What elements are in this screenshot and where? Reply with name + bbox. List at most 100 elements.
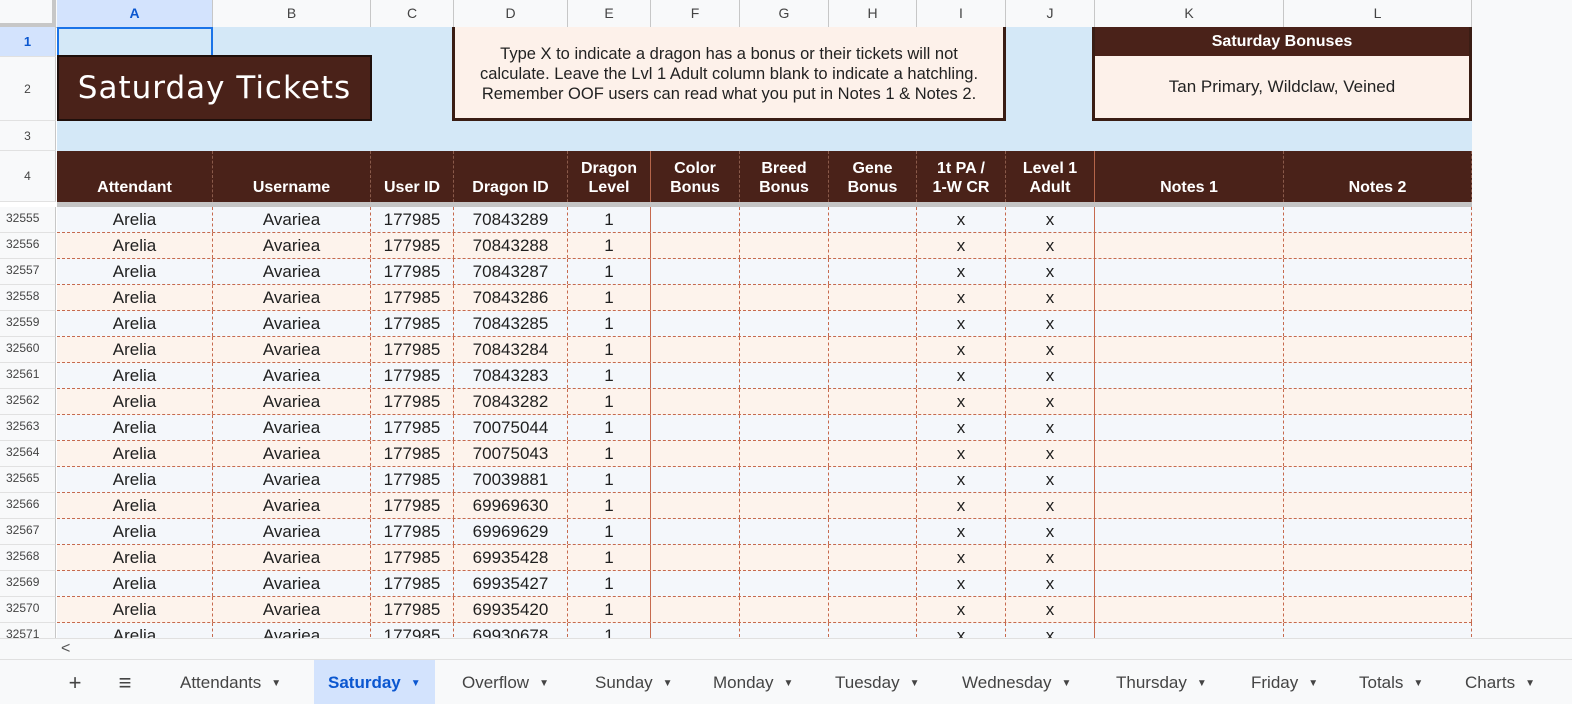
- dropdown-arrow-icon[interactable]: ▼: [539, 678, 549, 689]
- table-cell[interactable]: x: [917, 597, 1006, 622]
- table-cell[interactable]: 1: [568, 493, 651, 518]
- table-cell[interactable]: 69935427: [454, 571, 568, 596]
- table-cell[interactable]: Arelia: [57, 337, 213, 362]
- dropdown-arrow-icon[interactable]: ▼: [663, 678, 673, 689]
- dropdown-arrow-icon[interactable]: ▼: [783, 678, 793, 689]
- table-cell[interactable]: Avariea: [213, 467, 371, 492]
- row-header[interactable]: 32567: [0, 519, 56, 545]
- table-cell[interactable]: [651, 259, 740, 284]
- row-header[interactable]: 32569: [0, 571, 56, 597]
- table-cell[interactable]: x: [917, 207, 1006, 232]
- bonus-value[interactable]: Tan Primary, Wildclaw, Veined: [1095, 56, 1469, 118]
- column-header-d[interactable]: D: [454, 0, 568, 27]
- row-header[interactable]: 32563: [0, 415, 56, 441]
- table-cell[interactable]: [829, 389, 917, 414]
- column-header-k[interactable]: K: [1095, 0, 1284, 27]
- row-header-1[interactable]: 1: [0, 27, 56, 57]
- column-title-notes-1[interactable]: Notes 1: [1095, 151, 1284, 202]
- table-cell[interactable]: [1284, 207, 1472, 232]
- table-cell[interactable]: 177985: [371, 493, 454, 518]
- sheet-tab-tuesday[interactable]: Tuesday ▼: [821, 660, 933, 704]
- table-cell[interactable]: Avariea: [213, 363, 371, 388]
- scroll-left-icon[interactable]: <: [61, 640, 70, 658]
- table-cell[interactable]: x: [1006, 623, 1095, 638]
- table-cell[interactable]: 1: [568, 363, 651, 388]
- table-cell[interactable]: [651, 415, 740, 440]
- column-title-notes-2[interactable]: Notes 2: [1284, 151, 1472, 202]
- table-cell[interactable]: [1095, 363, 1284, 388]
- table-cell[interactable]: [651, 597, 740, 622]
- table-cell[interactable]: 70843288: [454, 233, 568, 258]
- row-header[interactable]: 32566: [0, 493, 56, 519]
- column-title-dragon-id[interactable]: Dragon ID: [454, 151, 568, 202]
- table-cell[interactable]: [829, 623, 917, 638]
- row-header-2[interactable]: 2: [0, 57, 56, 121]
- table-cell[interactable]: [740, 571, 829, 596]
- table-cell[interactable]: [1284, 519, 1472, 544]
- table-cell[interactable]: [1284, 545, 1472, 570]
- table-cell[interactable]: [829, 467, 917, 492]
- table-cell[interactable]: 177985: [371, 597, 454, 622]
- table-cell[interactable]: [1095, 467, 1284, 492]
- table-cell[interactable]: 69935420: [454, 597, 568, 622]
- column-header-g[interactable]: G: [740, 0, 829, 27]
- table-cell[interactable]: [740, 233, 829, 258]
- table-cell[interactable]: [651, 285, 740, 310]
- table-cell[interactable]: 70843282: [454, 389, 568, 414]
- dropdown-arrow-icon[interactable]: ▼: [910, 678, 920, 689]
- table-cell[interactable]: 70075044: [454, 415, 568, 440]
- column-title-1t-pa-1-w-cr[interactable]: 1t PA /1-W CR: [917, 151, 1006, 202]
- table-cell[interactable]: Arelia: [57, 623, 213, 638]
- table-cell[interactable]: x: [1006, 415, 1095, 440]
- table-cell[interactable]: 1: [568, 311, 651, 336]
- table-cell[interactable]: x: [1006, 597, 1095, 622]
- table-cell[interactable]: x: [917, 233, 1006, 258]
- sheet-tab-monday[interactable]: Monday ▼: [699, 660, 807, 704]
- sheet-tab-saturday[interactable]: Saturday ▼: [314, 660, 435, 704]
- table-cell[interactable]: 1: [568, 337, 651, 362]
- row-header[interactable]: 32557: [0, 259, 56, 285]
- table-cell[interactable]: [829, 259, 917, 284]
- table-cell[interactable]: x: [917, 337, 1006, 362]
- sheet-tab-wednesday[interactable]: Wednesday ▼: [948, 660, 1085, 704]
- column-header-h[interactable]: H: [829, 0, 917, 27]
- table-cell[interactable]: [740, 545, 829, 570]
- table-cell[interactable]: [651, 441, 740, 466]
- table-cell[interactable]: Arelia: [57, 493, 213, 518]
- table-cell[interactable]: x: [1006, 519, 1095, 544]
- row-header[interactable]: 32562: [0, 389, 56, 415]
- table-cell[interactable]: x: [917, 363, 1006, 388]
- column-header-c[interactable]: C: [371, 0, 454, 27]
- table-cell[interactable]: [740, 259, 829, 284]
- column-title-color-bonus[interactable]: Color Bonus: [651, 151, 740, 202]
- table-cell[interactable]: 69930678: [454, 623, 568, 638]
- row-header[interactable]: 32556: [0, 233, 56, 259]
- table-cell[interactable]: [651, 467, 740, 492]
- table-cell[interactable]: x: [1006, 389, 1095, 414]
- table-cell[interactable]: 1: [568, 467, 651, 492]
- table-cell[interactable]: [651, 623, 740, 638]
- table-cell[interactable]: [1095, 311, 1284, 336]
- table-cell[interactable]: x: [917, 493, 1006, 518]
- table-cell[interactable]: Arelia: [57, 285, 213, 310]
- table-cell[interactable]: [651, 207, 740, 232]
- table-cell[interactable]: [740, 207, 829, 232]
- row-header[interactable]: 32560: [0, 337, 56, 363]
- row-header[interactable]: 32565: [0, 467, 56, 493]
- table-cell[interactable]: [1284, 285, 1472, 310]
- table-cell[interactable]: [829, 363, 917, 388]
- column-title-dragon-level[interactable]: Dragon Level: [568, 151, 651, 202]
- table-cell[interactable]: x: [917, 259, 1006, 284]
- table-cell[interactable]: [1095, 519, 1284, 544]
- table-cell[interactable]: 177985: [371, 285, 454, 310]
- table-cell[interactable]: [1284, 467, 1472, 492]
- column-title-gene-bonus[interactable]: Gene Bonus: [829, 151, 917, 202]
- row-header-4[interactable]: 4: [0, 151, 56, 202]
- sheet-tab-attendants[interactable]: Attendants ▼: [166, 660, 295, 704]
- table-cell[interactable]: 177985: [371, 415, 454, 440]
- table-cell[interactable]: [651, 233, 740, 258]
- table-cell[interactable]: Arelia: [57, 467, 213, 492]
- table-cell[interactable]: 177985: [371, 363, 454, 388]
- sheet-tab-charts[interactable]: Charts ▼: [1451, 660, 1549, 704]
- table-cell[interactable]: x: [917, 519, 1006, 544]
